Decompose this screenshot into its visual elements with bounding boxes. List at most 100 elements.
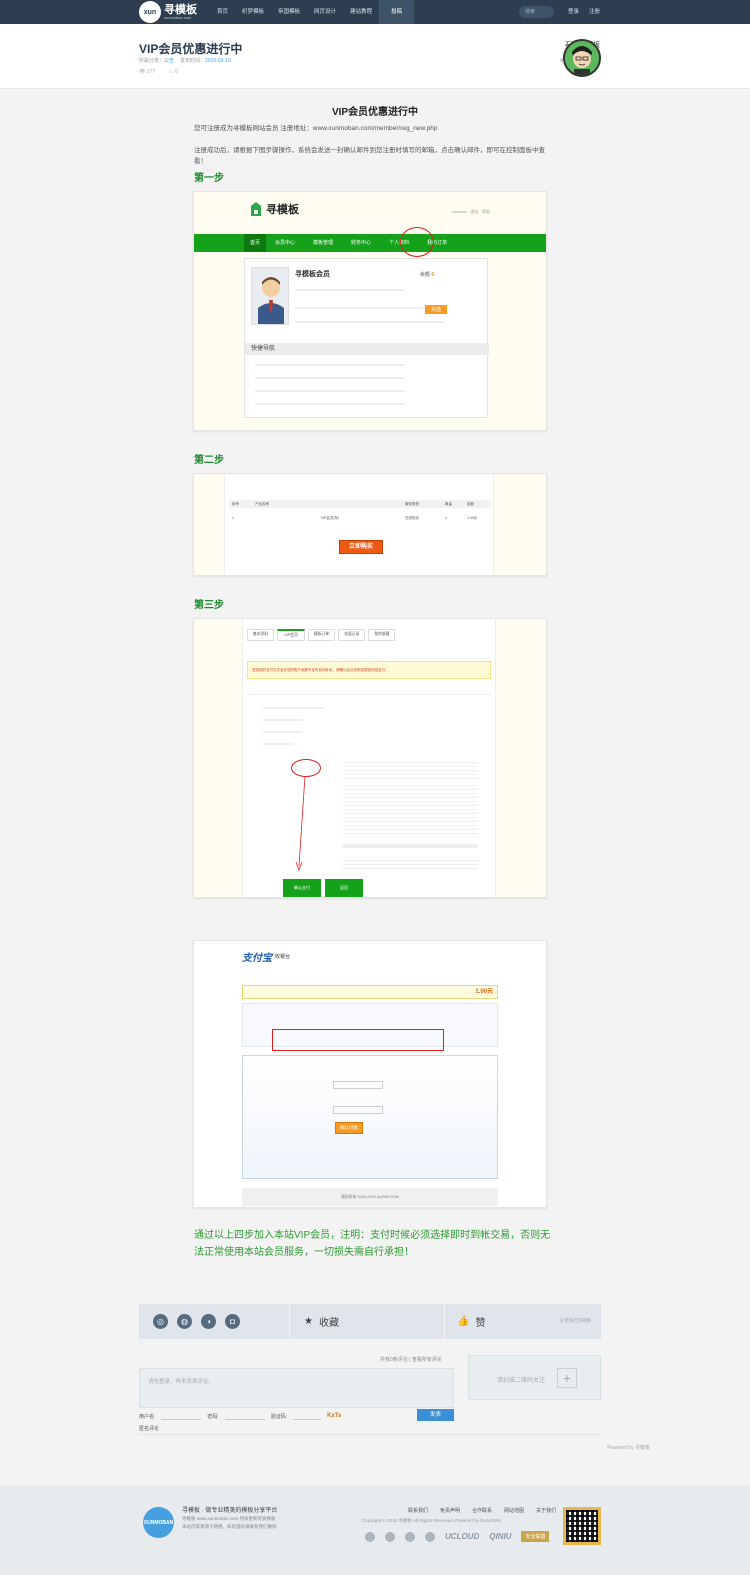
highlight-circle (400, 227, 434, 257)
qzone-icon[interactable]: ◘ (225, 1314, 240, 1329)
view-count-value: 177 (146, 69, 156, 75)
date-label: 发布时间： (180, 58, 206, 64)
comment-summary[interactable]: 共有0条评论 | 查看所有评论 (380, 1356, 442, 1363)
footer-link[interactable]: 合作联系 (472, 1507, 492, 1514)
star-icon: ★ (304, 1316, 313, 1327)
qr-code (563, 1507, 601, 1545)
alipay-amount: 1.00元 (475, 989, 493, 995)
share-bar: ◎ ◍ ◑ ◘ ★ 收藏 👍 赞 分享到社交网络 (139, 1304, 601, 1339)
shot3-back-button: 返回 (325, 879, 363, 897)
alipay-logo: 支付宝 (242, 953, 272, 964)
site-logo[interactable]: xun 寻模板 xunmoban.com (139, 1, 197, 23)
comment-textarea[interactable]: 请先登录，再来发表评论。 (139, 1368, 454, 1408)
shot2-col-head: 服务类型 (405, 502, 419, 506)
shot1-profile-name: 寻模板会员 (295, 271, 330, 278)
payment-highlight-circle (291, 759, 321, 777)
step-1-heading: 第一步 (194, 173, 224, 184)
shot1-avatar (251, 267, 289, 325)
like-label: 赞 (475, 1318, 486, 1329)
main-nav: 首页 织梦模板 帝国模板 网页设计 建站教程 投稿 (210, 0, 415, 24)
plus-icon[interactable]: + (557, 1368, 577, 1388)
partner-ucloud[interactable]: UCLOUD (445, 1532, 479, 1541)
comment-count-value: 0 (175, 69, 178, 75)
shot3-confirm-button: 确认支付 (283, 879, 321, 897)
search-input[interactable]: 搜索 (519, 6, 554, 18)
article-body: VIP会员优惠进行中 您可注册成为寻模板网站会员 注册地址：www.xunmob… (0, 89, 750, 1292)
wechat-icon[interactable]: ◍ (177, 1314, 192, 1329)
favorite-button[interactable]: ★ 收藏 (304, 1314, 339, 1329)
nav-tutorials[interactable]: 建站教程 (343, 0, 379, 24)
shot1-section: 快捷导航 (245, 343, 489, 355)
nav-home[interactable]: 首页 (210, 0, 235, 24)
shot2-col-head: 产品名称 (255, 502, 269, 506)
page-title: VIP会员优惠进行中 (139, 42, 243, 56)
final-note: 通过以上四步加入本站VIP会员，注明：支付时候必须选择即时到帐交易，否则无法正常… (194, 1230, 551, 1258)
shot2-cell: 1 (445, 516, 447, 520)
partner-icon[interactable] (385, 1531, 395, 1542)
partner-icon[interactable] (365, 1531, 375, 1542)
password-label: 密码: (207, 1413, 219, 1420)
nav-submit[interactable]: 投稿 (379, 0, 415, 24)
partner-qiniu[interactable]: QINIU (489, 1532, 511, 1541)
footer-link[interactable]: 联系我们 (408, 1507, 428, 1514)
weibo-icon[interactable]: ◎ (153, 1314, 168, 1329)
nav-dede-templates[interactable]: 织梦模板 (235, 0, 271, 24)
article-paragraph-1: 您可注册成为寻模板网站会员 注册地址：www.xunmoban.com/memb… (194, 125, 438, 132)
logo-domain: xunmoban.com (164, 14, 192, 20)
shot1-menu-item: 财务中心 (351, 240, 372, 246)
category-link[interactable]: 公告 (164, 58, 174, 64)
comment-submit-button[interactable]: 发表 (417, 1409, 454, 1421)
step-3-heading: 第三步 (194, 600, 224, 611)
publish-date: 2015-03-10 (205, 58, 231, 64)
shot2-cell: VIP会员(年) (320, 516, 340, 520)
footer-copyright: Copyright © 2015 寻模板 All Rights Reserved… (362, 1518, 501, 1523)
shot3-tab: 模板订单 (307, 629, 336, 641)
footer-links: 联系我们 免责声明 合作联系 网站地图 关于我们 (408, 1507, 556, 1514)
arrow-down-icon (295, 776, 306, 872)
like-button[interactable]: 👍 赞 (457, 1314, 485, 1329)
footer-line-1: 寻模板 www.xunmoban.com 持续更新优质模板 (182, 1516, 276, 1521)
alipay-pay-button: 确认付款 (335, 1122, 363, 1134)
comment-count: ▭ 0 (169, 69, 178, 75)
footer-logo[interactable]: XUNMOBAN (143, 1507, 174, 1538)
shot1-balance: 0 (431, 272, 435, 278)
shot3-tab: VIP会员 (277, 629, 305, 641)
footer-link[interactable]: 关于我们 (536, 1507, 556, 1514)
shot2-cell: 1.00元 (467, 516, 478, 520)
captcha-input[interactable] (293, 1412, 322, 1420)
avatar[interactable] (563, 39, 601, 77)
shot1-menu-item: 模板管理 (313, 240, 334, 246)
scan-text: 请扫描二维码关注 (497, 1378, 546, 1384)
shot1-menu: 首页 会员中心 模板管理 财务中心 个人资料 我的订单 (194, 227, 546, 257)
powered-by: Powered by 寻模板 (607, 1445, 650, 1451)
shot1-menu-item: 首页 (244, 234, 267, 252)
footer-partners: UCLOUD QINIU 安全联盟 (365, 1531, 550, 1542)
login-link[interactable]: 登录 (568, 0, 579, 24)
favorite-label: 收藏 (318, 1318, 339, 1329)
partner-security-badge[interactable]: 安全联盟 (521, 1531, 550, 1542)
category-label: 所属分类： (139, 58, 165, 64)
shot1-brand: 寻模板 (266, 204, 299, 216)
footer-link[interactable]: 免责声明 (440, 1507, 460, 1514)
nav-empire-templates[interactable]: 帝国模板 (271, 0, 307, 24)
nav-web-design[interactable]: 网页设计 (307, 0, 343, 24)
screenshot-step-1: 寻模板 member · 退出 · 帮助 首页 会员中心 模板管理 财务中心 个… (193, 191, 547, 431)
article-paragraph-2: 注册成功后，请根据下图步骤操作，系统会发送一封确认邮件到您注册时填写的邮箱，点击… (194, 147, 545, 165)
article-header: VIP会员优惠进行中 所属分类：公告 发布时间：2015-03-10 👁 177… (0, 24, 750, 89)
shot3-tab: 我的收藏 (368, 629, 396, 641)
partner-icon[interactable] (425, 1531, 435, 1542)
partner-icon[interactable] (405, 1531, 415, 1542)
username-input[interactable] (161, 1412, 202, 1420)
share-note: 分享到社交网络 (559, 1318, 592, 1323)
anonymous-label: 匿名评论 (139, 1426, 160, 1432)
tencent-weibo-icon[interactable]: ◑ (201, 1314, 216, 1329)
password-input[interactable] (224, 1412, 265, 1420)
shot3-tab: 充值记录 (338, 629, 366, 641)
footer-link[interactable]: 网站地图 (504, 1507, 524, 1514)
logo-mark: xun (139, 1, 161, 23)
register-link[interactable]: 注册 (589, 0, 600, 24)
step-2-heading: 第二步 (194, 455, 224, 466)
brand-leaf-icon (251, 202, 261, 216)
screenshot-step-4: 支付宝 收银台 1.00元 确认付款 版权所有 2004-2015 ALIPAY… (193, 940, 547, 1208)
captcha-image[interactable]: KxTs (327, 1413, 341, 1419)
